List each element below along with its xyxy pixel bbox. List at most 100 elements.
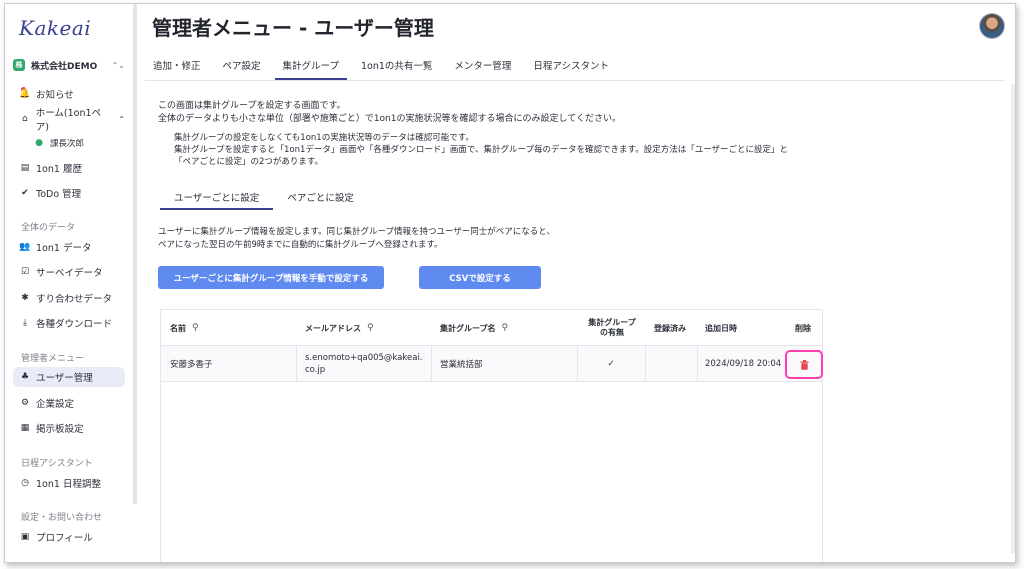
sidebar-item-label: サーベイデータ <box>36 268 103 279</box>
table-row: 安藤多香子 s.enomoto+qa005@kakeai. co.jp 営業統括… <box>161 346 823 382</box>
clock-icon: ◷ <box>21 478 29 488</box>
intro-text: この画面は集計グループを設定する画面です。 全体のデータよりも小さな単位（部署や… <box>158 100 621 126</box>
app-logo: Kakeai <box>19 16 92 40</box>
cell-divider <box>296 346 297 382</box>
cell-name: 安藤多香子 <box>170 360 213 370</box>
section-label-admin: 管理者メニュー <box>21 354 85 364</box>
setting-mode-tabs: ユーザーごとに設定 ペアごとに設定 <box>160 186 368 210</box>
section-label-schedule: 日程アシスタント <box>21 459 93 469</box>
sidebar-item-downloads[interactable]: ⤓ 各種ダウンロード <box>13 313 125 333</box>
main-scrollbar[interactable] <box>1011 84 1015 554</box>
download-icon: ⤓ <box>23 318 27 328</box>
tab-schedule-assistant[interactable]: 日程アシスタント <box>525 52 617 80</box>
description-line: ユーザーに集計グループ情報を設定します。同じ集計グループ情報を持つユーザー同士が… <box>158 227 555 237</box>
manual-setting-button[interactable]: ユーザーごとに集計グループ情報を手動で設定する <box>158 266 384 289</box>
csv-setting-button[interactable]: CSVで設定する <box>419 266 541 289</box>
sidebar-item-label: お知らせ <box>36 90 74 101</box>
cell-added-date: 2024/09/18 20:04 <box>705 359 782 369</box>
sidebar-item-label: 1on1 データ <box>36 243 92 254</box>
page-title: 管理者メニュー - ユーザー管理 <box>152 16 434 40</box>
sidebar-item-todo[interactable]: ✔ ToDo 管理 <box>13 183 125 203</box>
intro-line: 全体のデータよりも小さな単位（部署や施策ごと）で1on1の実施状況等を確認する場… <box>158 114 621 124</box>
sidebar-item-company-settings[interactable]: ⚙ 企業設定 <box>13 393 125 413</box>
organization-switcher[interactable]: 株 株式会社DEMO ⌃⌄ <box>13 56 125 74</box>
avatar[interactable] <box>979 13 1005 39</box>
cell-group: 営業統括部 <box>440 360 483 370</box>
header-label: 名前 <box>170 323 186 333</box>
user-setting-description: ユーザーに集計グループ情報を設定します。同じ集計グループ情報を持つユーザー同士が… <box>158 226 555 252</box>
column-header-added: 追加日時 <box>705 323 737 333</box>
sidebar-item-label: すり合わせデータ <box>36 294 113 305</box>
column-header-delete: 削除 <box>795 323 811 333</box>
user-settings-icon: ♣ <box>20 372 30 382</box>
intro-line: この画面は集計グループを設定する画面です。 <box>158 101 346 111</box>
main-content: 管理者メニュー - ユーザー管理 追加・修正 ペア設定 集計グループ 1on1の… <box>145 4 1015 562</box>
sidebar-item-label: 各種ダウンロード <box>36 319 113 330</box>
email-line: s.enomoto+qa005@kakeai. <box>305 353 423 363</box>
sidebar-item-label: 企業設定 <box>36 399 75 410</box>
tab-add-edit[interactable]: 追加・修正 <box>145 52 209 80</box>
delete-button[interactable] <box>785 350 823 379</box>
sidebar-item-1on1-history[interactable]: ▤ 1on1 履歴 <box>13 158 125 178</box>
tab-per-pair[interactable]: ペアごとに設定 <box>273 186 368 210</box>
cell-email: s.enomoto+qa005@kakeai. co.jp <box>305 346 423 382</box>
sidebar-item-board-settings[interactable]: ▦ 掲示板設定 <box>13 418 125 438</box>
sidebar-item-survey-data[interactable]: ☑ サーベイデータ <box>13 262 125 282</box>
note-line: 「ペアごとに設定」の2つがあります。 <box>174 157 324 167</box>
tab-aggregation-group[interactable]: 集計グループ <box>274 52 347 80</box>
check-circle-icon: ✔ <box>21 188 29 198</box>
header-label: 集計グループ名 <box>440 323 496 333</box>
column-header-group[interactable]: 集計グループ名 ⚲ <box>440 310 508 346</box>
sidebar-item-pair-member[interactable]: ● 課長次郎 <box>27 133 125 153</box>
sidebar-item-1on1-data[interactable]: 👥 1on1 データ <box>13 237 125 257</box>
tab-divider <box>145 80 1005 81</box>
sidebar-item-user-management[interactable]: ♣ ユーザー管理 <box>13 367 125 387</box>
sidebar-item-alignment-data[interactable]: ✱ すり合わせデータ <box>13 288 125 308</box>
table-header: 名前 ⚲ メールアドレス ⚲ 集計グループ名 ⚲ 集計グループ の有無 登録済み… <box>161 310 822 346</box>
puzzle-icon: ✱ <box>21 293 29 303</box>
user-icon: ● <box>35 138 43 148</box>
header-label: の有無 <box>600 328 624 337</box>
header-label: 集計グループ <box>588 318 636 327</box>
search-icon[interactable]: ⚲ <box>367 323 374 333</box>
sidebar-item-label: ユーザー管理 <box>36 373 93 384</box>
tab-1on1-sharing[interactable]: 1on1の共有一覧 <box>353 52 440 80</box>
user-group-table: 名前 ⚲ メールアドレス ⚲ 集計グループ名 ⚲ 集計グループ の有無 登録済み… <box>160 309 823 562</box>
history-icon: ▤ <box>20 163 30 173</box>
sidebar-item-label: 1on1 履歴 <box>36 164 82 175</box>
survey-icon: ☑ <box>20 267 30 277</box>
org-name: 株式会社DEMO <box>31 61 98 72</box>
header-label: メールアドレス <box>305 323 361 333</box>
cell-divider <box>697 346 698 382</box>
note-line: 集計グループを設定すると「1on1データ」画面や「各種ダウンロード」画面で、集計… <box>174 145 789 155</box>
bell-icon: 🔔 <box>19 89 31 99</box>
board-icon: ▦ <box>20 423 30 433</box>
sidebar-item-label: 1on1 日程調整 <box>36 479 101 490</box>
sidebar-item-label: 課長次郎 <box>50 139 85 149</box>
column-header-registered: 登録済み <box>654 323 686 333</box>
app-window: Kakeai 株 株式会社DEMO ⌃⌄ 🔔 お知らせ ⌂ ホーム(1on1ペア… <box>4 3 1016 563</box>
home-icon: ⌂ <box>21 114 28 124</box>
sidebar-item-notifications[interactable]: 🔔 お知らせ <box>13 84 125 104</box>
sidebar-item-home[interactable]: ⌂ ホーム(1on1ペア) ⌃ <box>13 108 125 133</box>
tab-pair-settings[interactable]: ペア設定 <box>215 52 269 80</box>
tab-bar: 追加・修正 ペア設定 集計グループ 1on1の共有一覧 メンター管理 日程アシス… <box>145 52 623 80</box>
search-icon[interactable]: ⚲ <box>192 323 199 333</box>
tab-mentor-management[interactable]: メンター管理 <box>446 52 519 80</box>
chevron-up-icon[interactable]: ⌃ <box>118 115 125 124</box>
cell-divider <box>431 346 432 382</box>
trash-icon <box>800 359 808 370</box>
people-icon: 👥 <box>19 242 31 252</box>
column-header-name[interactable]: 名前 ⚲ <box>170 310 199 346</box>
chevron-updown-icon: ⌃⌄ <box>111 60 125 70</box>
sidebar-scrollbar[interactable] <box>133 4 137 504</box>
cell-divider <box>645 346 646 382</box>
sidebar-item-label: ホーム(1on1ペア) <box>35 108 102 133</box>
column-header-email[interactable]: メールアドレス ⚲ <box>305 310 374 346</box>
tab-per-user[interactable]: ユーザーごとに設定 <box>160 186 274 210</box>
sidebar-item-profile[interactable]: ▣ プロフィール <box>13 527 125 547</box>
sidebar-item-label: プロフィール <box>36 533 93 544</box>
sidebar-item-1on1-schedule[interactable]: ◷ 1on1 日程調整 <box>13 473 125 493</box>
search-icon[interactable]: ⚲ <box>502 323 509 333</box>
sidebar-item-label: ToDo 管理 <box>36 189 82 200</box>
